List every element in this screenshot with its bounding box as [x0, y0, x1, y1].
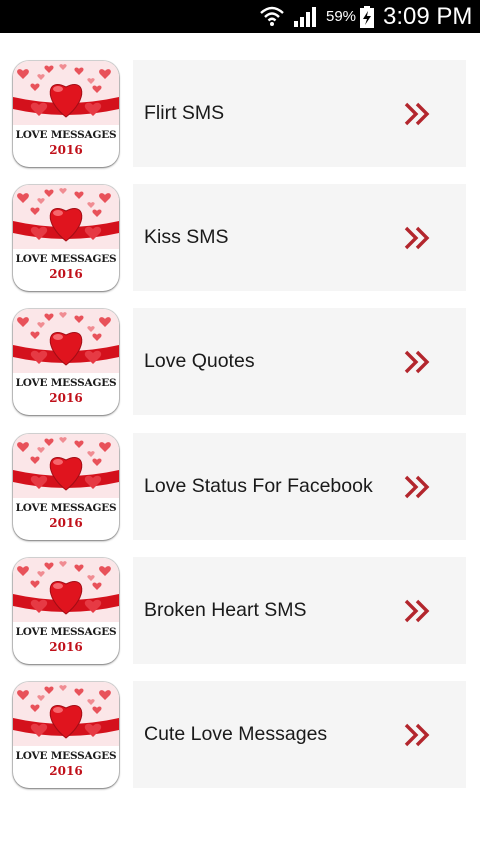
menu-card[interactable]: Kiss SMS — [133, 184, 466, 291]
list-item[interactable]: LOVE MESSAGES 2016 Love Status For Faceb… — [0, 433, 480, 541]
love-messages-logo: LOVE MESSAGES 2016 — [13, 558, 119, 664]
double-chevron-right-icon — [404, 102, 430, 126]
list-item[interactable]: LOVE MESSAGES 2016 Cute Love Messages — [0, 681, 480, 789]
double-chevron-right-icon — [404, 226, 430, 250]
battery-percent: 59% — [326, 8, 357, 25]
logo-title: LOVE MESSAGES — [15, 253, 117, 265]
love-messages-logo: LOVE MESSAGES 2016 — [13, 61, 119, 167]
double-chevron-right-icon — [404, 723, 430, 747]
status-bar: 59% 3:09 PM — [0, 0, 480, 33]
menu-item-label: Broken Heart SMS — [144, 599, 307, 621]
logo-year: 2016 — [49, 640, 83, 654]
logo-title: LOVE MESSAGES — [15, 750, 117, 762]
love-messages-logo: LOVE MESSAGES 2016 — [13, 309, 119, 415]
logo-title: LOVE MESSAGES — [15, 502, 117, 514]
menu-card[interactable]: Love Quotes — [133, 308, 466, 415]
menu-card[interactable]: Broken Heart SMS — [133, 557, 466, 664]
logo-year: 2016 — [49, 143, 83, 157]
wifi-icon — [260, 6, 284, 26]
logo-year: 2016 — [49, 267, 83, 281]
love-messages-logo: LOVE MESSAGES 2016 — [13, 434, 119, 540]
logo-title: LOVE MESSAGES — [15, 626, 117, 638]
logo-title: LOVE MESSAGES — [15, 129, 117, 141]
list-item[interactable]: LOVE MESSAGES 2016 Kiss SMS — [0, 184, 480, 292]
double-chevron-right-icon — [404, 475, 430, 499]
love-messages-logo: LOVE MESSAGES 2016 — [13, 682, 119, 788]
menu-item-label: Love Quotes — [144, 350, 255, 372]
menu-item-label: Love Status For Facebook — [144, 475, 373, 497]
list-item[interactable]: LOVE MESSAGES 2016 Love Quotes — [0, 308, 480, 416]
double-chevron-right-icon — [404, 599, 430, 623]
list-item[interactable]: LOVE MESSAGES 2016 Broken Heart SMS — [0, 557, 480, 665]
logo-year: 2016 — [49, 764, 83, 778]
signal-icon — [294, 7, 316, 27]
menu-item-label: Flirt SMS — [144, 102, 225, 124]
menu-item-label: Cute Love Messages — [144, 723, 328, 745]
logo-year: 2016 — [49, 391, 83, 405]
menu-card[interactable]: Cute Love Messages — [133, 681, 466, 788]
love-messages-logo: LOVE MESSAGES 2016 — [13, 185, 119, 291]
menu-item-label: Kiss SMS — [144, 226, 229, 248]
menu-card[interactable]: Flirt SMS — [133, 60, 466, 167]
logo-year: 2016 — [49, 516, 83, 530]
clock: 3:09 PM — [383, 3, 473, 30]
list-item[interactable]: LOVE MESSAGES 2016 Flirt SMS — [0, 60, 480, 168]
logo-title: LOVE MESSAGES — [15, 377, 117, 389]
menu-card[interactable]: Love Status For Facebook — [133, 433, 466, 540]
double-chevron-right-icon — [404, 350, 430, 374]
battery-charging-icon — [360, 6, 374, 28]
